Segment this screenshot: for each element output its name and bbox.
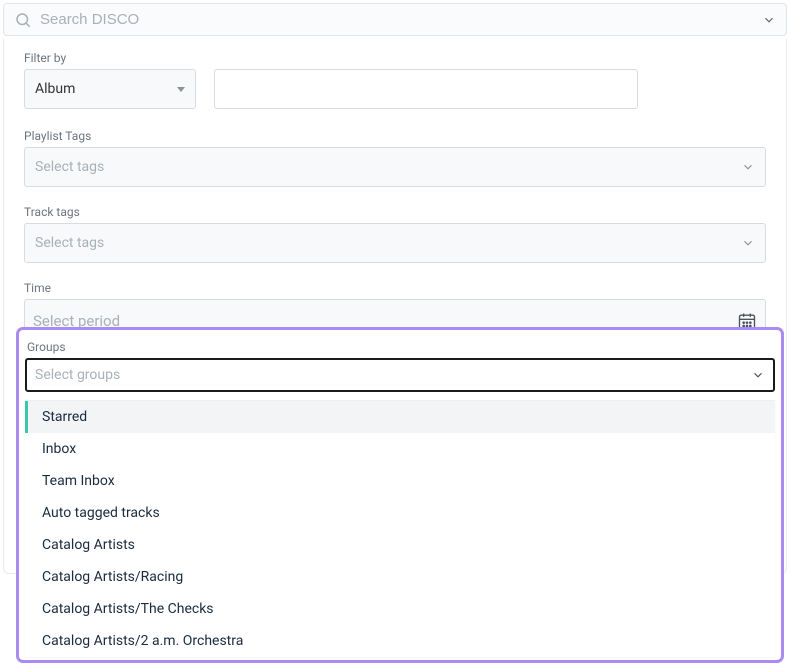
filter-value-input[interactable] bbox=[214, 69, 638, 109]
groups-option[interactable]: Starred bbox=[25, 401, 775, 433]
groups-option[interactable]: Catalog Artists bbox=[25, 529, 775, 561]
groups-select[interactable]: Select groups bbox=[25, 358, 775, 392]
track-tags-placeholder: Select tags bbox=[35, 235, 755, 251]
caret-down-icon bbox=[177, 87, 185, 92]
track-tags-label: Track tags bbox=[24, 205, 766, 219]
filter-by-select[interactable]: Album bbox=[24, 69, 196, 109]
filter-by-value: Album bbox=[35, 81, 177, 97]
playlist-tags-placeholder: Select tags bbox=[35, 159, 755, 175]
search-bar[interactable] bbox=[3, 3, 787, 36]
playlist-tags-label: Playlist Tags bbox=[24, 129, 766, 143]
groups-highlight: Groups Select groups StarredInboxTeam In… bbox=[16, 327, 784, 663]
chevron-down-icon[interactable] bbox=[762, 13, 776, 27]
groups-placeholder: Select groups bbox=[35, 367, 751, 383]
track-tags-select[interactable]: Select tags bbox=[24, 223, 766, 263]
groups-option[interactable]: Catalog Artists/2 a.m. Orchestra bbox=[25, 625, 775, 657]
groups-option[interactable]: Inbox bbox=[25, 433, 775, 465]
groups-option[interactable]: Catalog Artists/The Checks bbox=[25, 593, 775, 625]
playlist-tags-select[interactable]: Select tags bbox=[24, 147, 766, 187]
filter-by-label: Filter by bbox=[24, 51, 766, 65]
groups-option[interactable]: Auto tagged tracks bbox=[25, 497, 775, 529]
chevron-down-icon bbox=[751, 368, 765, 382]
chevron-down-icon bbox=[741, 160, 755, 174]
search-input[interactable] bbox=[40, 11, 762, 28]
groups-option[interactable]: Catalog Artists/Racing bbox=[25, 561, 775, 593]
groups-dropdown: StarredInboxTeam InboxAuto tagged tracks… bbox=[25, 400, 775, 657]
search-icon bbox=[14, 11, 32, 29]
groups-label: Groups bbox=[27, 340, 775, 354]
chevron-down-icon bbox=[741, 236, 755, 250]
groups-option[interactable]: Team Inbox bbox=[25, 465, 775, 497]
time-label: Time bbox=[24, 281, 766, 295]
